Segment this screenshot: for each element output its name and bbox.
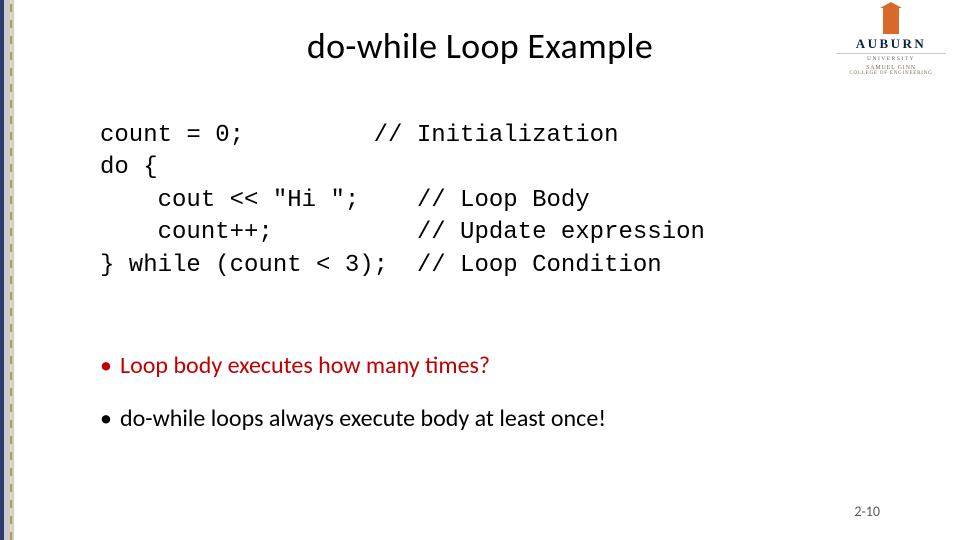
bullet-dot-icon: • [100,350,120,381]
code-line-4: count++; // Update expression [100,219,705,246]
left-accent-stripe [0,0,14,540]
university-logo: AUBURN UNIVERSITY SAMUEL GINN COLLEGE OF… [836,8,946,76]
code-example: count = 0; // Initialization do { cout <… [100,120,705,282]
code-line-5: } while (count < 3); // Loop Condition [100,252,662,279]
code-line-3: cout << "Hi "; // Loop Body [100,187,590,214]
logo-sub-text: UNIVERSITY [836,53,946,62]
bullet-dot-icon: • [100,403,120,434]
bullet-item-question: • Loop body executes how many times? [100,350,880,381]
code-line-1: count = 0; // Initialization [100,122,618,149]
bullet-text-2: do-while loops always execute body at le… [120,403,606,434]
slide-title: do-while Loop Example [0,24,960,68]
logo-main-text: AUBURN [836,36,946,52]
bullet-text-1: Loop body executes how many times? [120,350,490,381]
bullet-item-answer: • do-while loops always execute body at … [100,403,880,434]
logo-tower-icon [883,8,899,34]
logo-college-line2: COLLEGE OF ENGINEERING [836,71,946,76]
code-line-2: do { [100,154,158,181]
page-number: 2-10 [854,503,880,520]
bullet-list: • Loop body executes how many times? • d… [100,350,880,456]
